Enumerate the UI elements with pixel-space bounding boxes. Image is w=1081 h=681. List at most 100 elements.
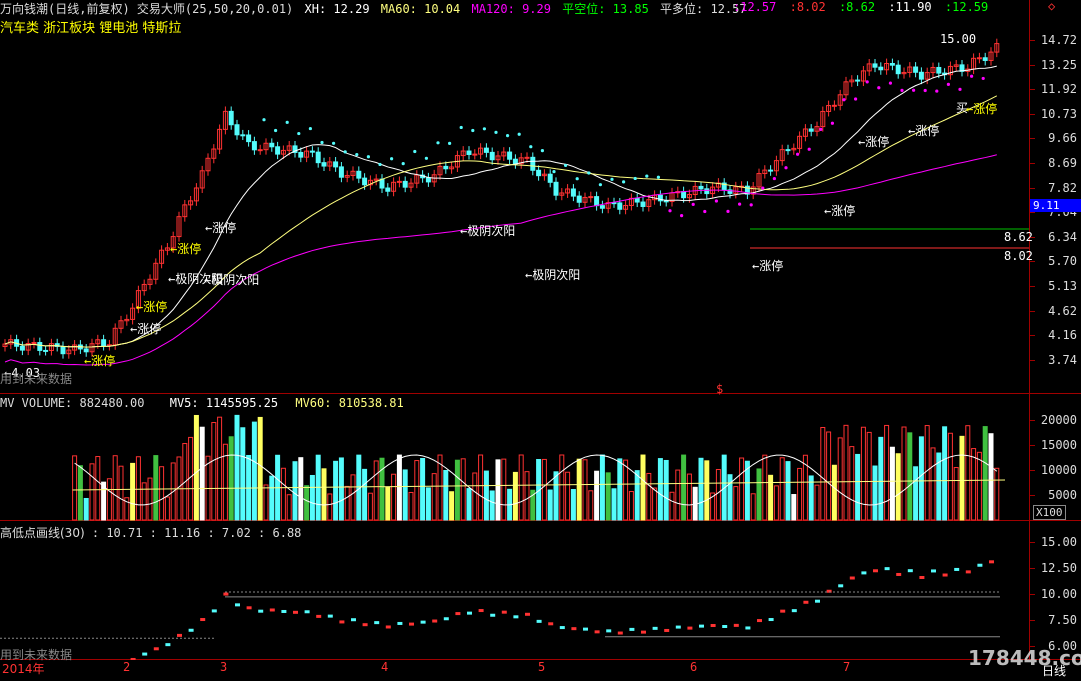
volume-bar	[286, 494, 292, 521]
trail-dot	[587, 171, 591, 175]
indicator-mark	[733, 623, 739, 627]
volume-bar	[431, 473, 437, 521]
trail-dot	[912, 88, 916, 92]
indicator-mark	[699, 624, 704, 628]
volume-bar	[605, 472, 611, 521]
trail-dot	[529, 145, 533, 149]
candle-body	[704, 188, 710, 195]
volume-bar	[385, 486, 391, 521]
indicator-mark	[293, 610, 298, 614]
indicator-mark	[385, 625, 391, 629]
volume-bar	[565, 471, 571, 521]
candle-body	[101, 339, 107, 347]
candle-body	[889, 63, 895, 66]
candle-body	[333, 161, 339, 168]
indicator-mark	[304, 610, 310, 614]
indicator-mark	[710, 624, 716, 628]
trail-dot	[633, 176, 637, 181]
price-axis-label: 8.69	[1048, 156, 1077, 170]
volume-title: MV VOLUME: 882480.00	[0, 396, 145, 410]
diamond-icon[interactable]: ◇	[1048, 0, 1055, 13]
indicator-mark	[339, 620, 345, 624]
price-axis-label: 5.13	[1048, 279, 1077, 293]
volume-bar	[704, 460, 710, 521]
trail-dot	[413, 149, 417, 154]
indicator-mark	[757, 619, 762, 623]
volume-bar	[234, 414, 240, 521]
indicator-mark	[327, 614, 333, 618]
volume-bar	[739, 457, 745, 521]
volume-bar	[698, 457, 704, 521]
annotation-limit-up: ←涨停	[130, 322, 162, 336]
candle-body	[507, 151, 513, 160]
volume-bar	[669, 491, 675, 521]
price-axis-tick	[1029, 113, 1035, 115]
volume-bar	[489, 490, 495, 521]
volume-bar	[414, 460, 420, 521]
indicator-mark	[571, 627, 577, 631]
volume-bar	[965, 425, 971, 521]
indicator-mark	[200, 618, 206, 622]
volume-bar	[83, 497, 89, 521]
indicator-mark	[374, 621, 380, 625]
indicator-axis-label: 10.00	[1040, 587, 1077, 601]
price-axis-tick	[1029, 89, 1035, 91]
volume-bar	[918, 436, 924, 521]
volume-bar	[826, 431, 832, 521]
volume-bar	[524, 471, 530, 521]
volume-bar	[292, 461, 298, 521]
candle-body	[634, 197, 640, 203]
volume-bar	[599, 454, 605, 521]
volume-bar	[831, 464, 837, 521]
candle-body	[681, 191, 687, 199]
trail-dot	[366, 155, 370, 159]
indicator-mark	[629, 627, 635, 631]
candle-body	[768, 169, 774, 172]
trail-dot	[482, 127, 486, 131]
indicator-values: : 10.71 : 11.16 : 7.02 : 6.88	[91, 526, 302, 540]
volume-bar	[953, 467, 959, 521]
volume-axis-tick	[1029, 445, 1035, 446]
candle-body	[895, 64, 901, 75]
indicator-mark	[977, 563, 983, 567]
time-label-month: 2	[123, 660, 131, 674]
volume-axis-tick	[1029, 420, 1035, 421]
volume-header: MV VOLUME: 882480.00 MV5: 1145595.25 MV6…	[0, 396, 404, 410]
price-axis-label: 4.16	[1048, 328, 1077, 343]
volume-bar	[77, 465, 83, 521]
price-axis-label: 13.25	[1040, 57, 1077, 72]
candle-body	[918, 71, 924, 80]
volume-bar	[472, 472, 478, 521]
trail-dot	[703, 209, 707, 214]
volume-bar	[466, 488, 472, 521]
indicator-mark	[884, 567, 890, 571]
trail-dot	[854, 97, 858, 101]
indicator-mark	[942, 573, 948, 577]
trail-dot	[714, 199, 719, 203]
candle-body	[976, 57, 982, 60]
indicator-mark	[965, 570, 971, 574]
volume-bar	[889, 446, 895, 521]
candle-body	[356, 170, 362, 179]
indicator-mark	[536, 619, 542, 623]
candle-body	[251, 141, 257, 151]
volume-bar	[994, 467, 1000, 521]
volume-bar	[159, 466, 165, 521]
trail-dot	[680, 214, 684, 218]
volume-bar	[373, 460, 379, 521]
candle-body	[240, 134, 246, 137]
price-axis-label: 5.70	[1048, 254, 1077, 269]
mv5-value: MV5: 1145595.25	[169, 396, 279, 410]
indicator-mark	[130, 657, 136, 660]
volume-bar	[130, 462, 136, 521]
indicator-mark	[803, 600, 809, 604]
volume-bar	[251, 421, 257, 521]
indicator-mark	[652, 626, 658, 630]
trail-dot	[888, 81, 893, 85]
volume-bar	[541, 458, 547, 521]
volume-unit: X100	[1033, 505, 1066, 520]
trail-dot	[343, 150, 347, 154]
volume-bar	[582, 459, 588, 521]
candle-body	[570, 188, 576, 197]
indicator-mark	[641, 630, 646, 634]
